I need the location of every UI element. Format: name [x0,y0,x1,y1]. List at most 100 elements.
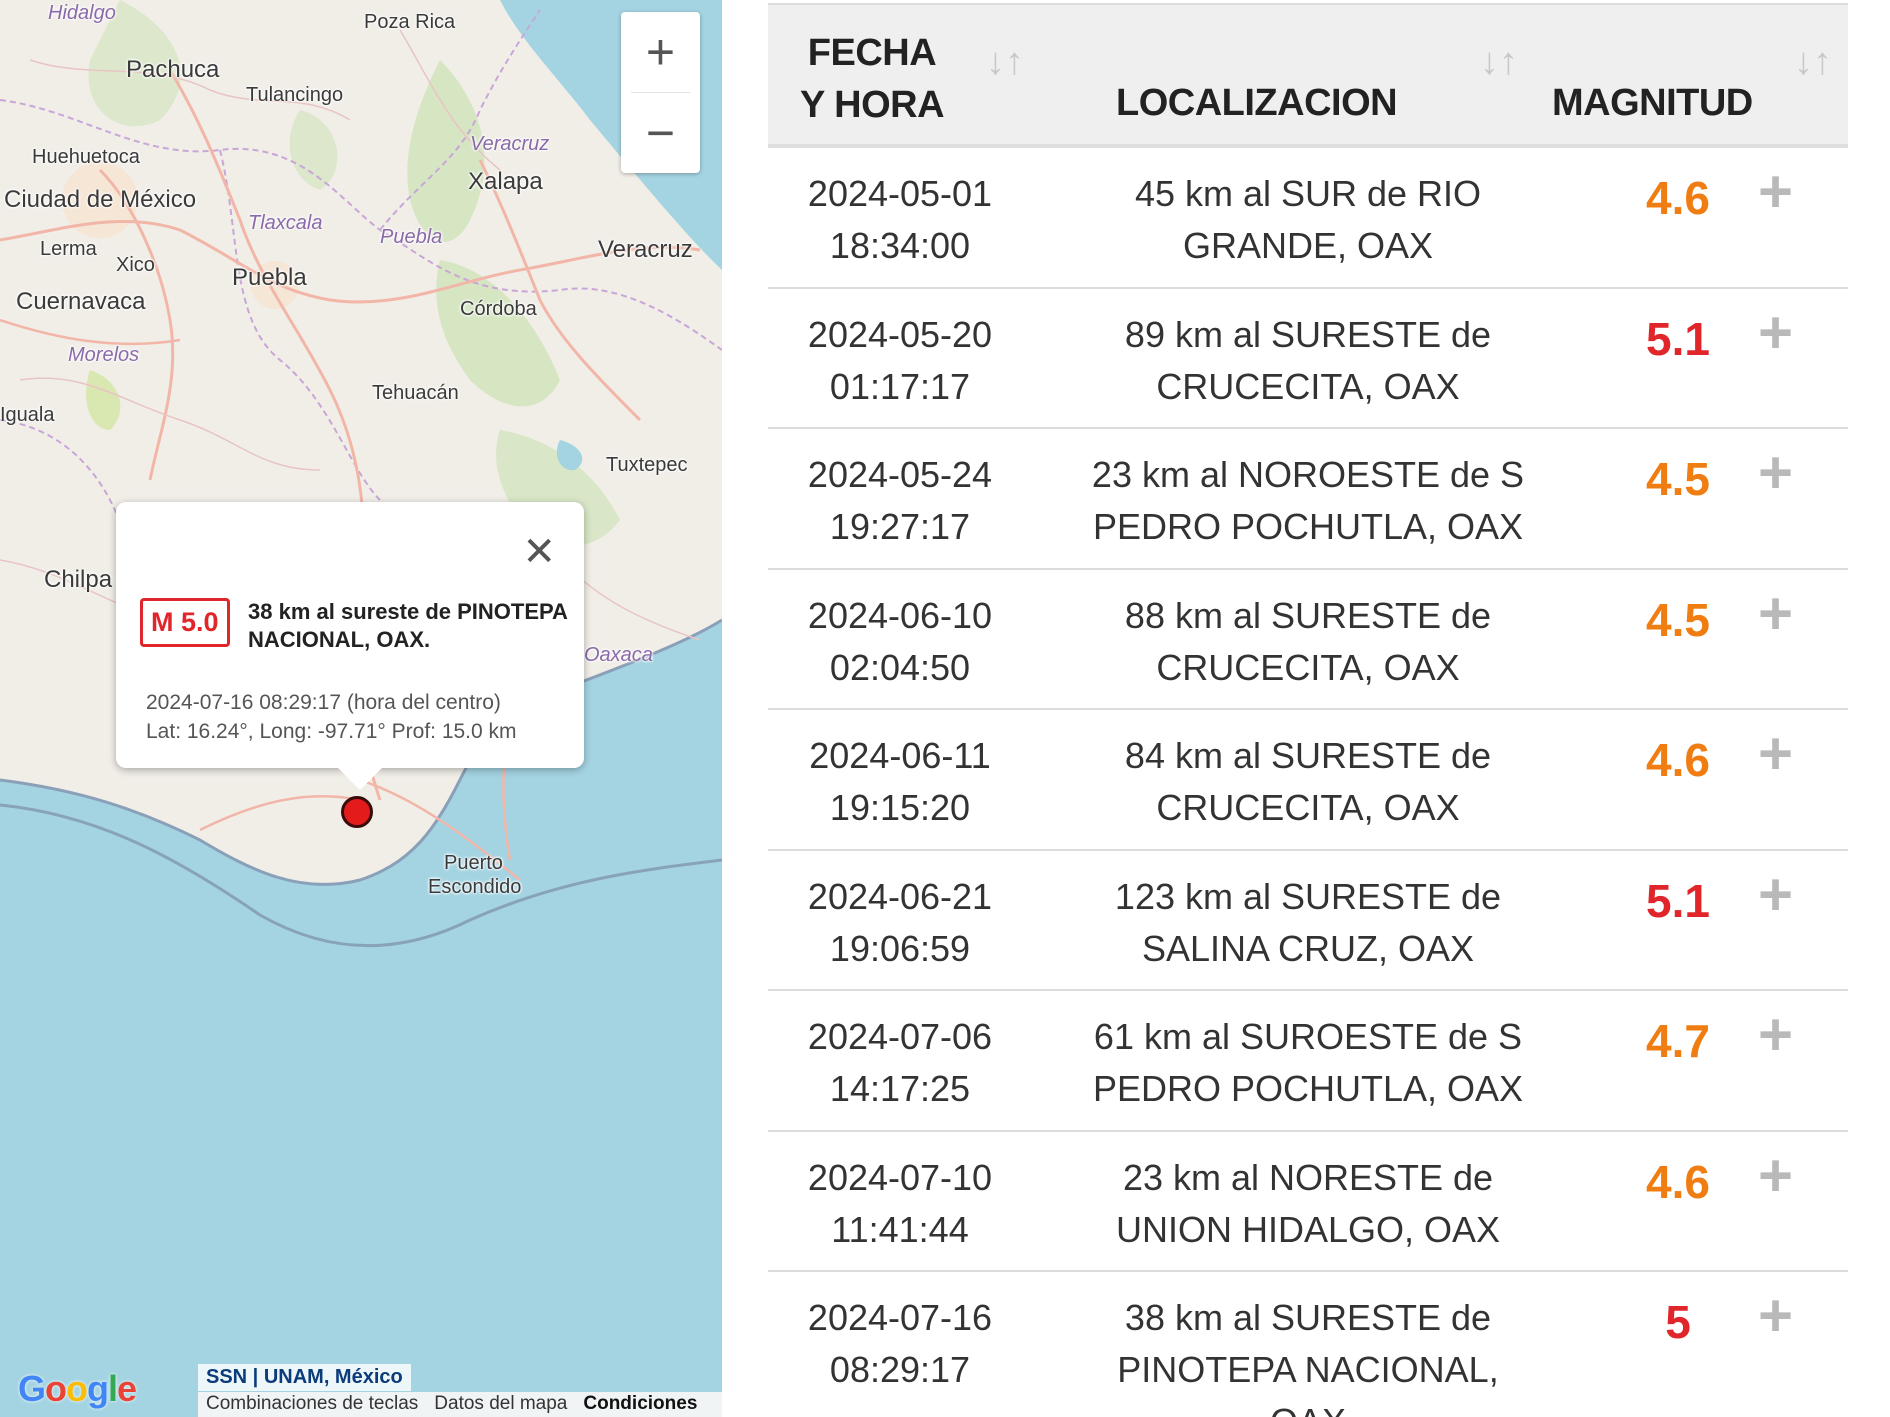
location-line: OAX [1058,1396,1558,1417]
location-line: 88 km al SURESTE de [1124,594,1492,636]
date-cell: 2024-05-01 18:34:00 [800,168,1000,272]
zoom-out-button[interactable]: − [621,93,700,173]
event-date: 2024-07-06 [807,1016,993,1057]
terms-link[interactable]: Condiciones [583,1393,697,1416]
place-label: Chilpa [44,566,113,593]
table-row[interactable]: 2024-07-16 08:29:17 38 km al SURESTE de PI… [768,1272,1848,1417]
expand-icon[interactable]: + [1758,583,1793,644]
expand-icon[interactable]: + [1758,1286,1793,1346]
place-label: Iguala [0,404,55,426]
magnitude-badge: M 5.0 [140,598,230,647]
location-cell: 89 km al SURESTE de CRUCECITA, OAX [1058,309,1558,413]
place-label: Puebla [232,264,307,291]
table-row[interactable]: 2024-07-06 14:17:25 61 km al SUROESTE de … [768,991,1848,1132]
event-date: 2024-07-10 [807,1156,993,1198]
earthquake-info-popup: ✕ M 5.0 38 km al sureste de PINOTEPA NAC… [116,502,584,790]
location-cell: 123 km al SURESTE de SALINA CRUZ, OAX [1058,871,1558,975]
place-label: Lerma [40,238,97,260]
map-data-link[interactable]: Datos del mapa [434,1393,567,1416]
magnitude-cell: 5.1 [1646,874,1710,927]
location-line: 23 km al NORESTE de [1122,1156,1494,1198]
event-time: 19:06:59 [829,927,971,969]
table-row[interactable]: 2024-06-21 19:06:59 123 km al SURESTE de S… [768,851,1848,991]
magnitude-cell: 4.5 [1646,593,1710,646]
location-line: PEDRO POCHUTLA, OAX [1092,1068,1524,1109]
popup-coordinates: Lat: 16.24°, Long: -97.71° Prof: 15.0 km [146,720,517,743]
location-line: CRUCECITA, OAX [1156,646,1460,688]
location-line: 38 km al SURESTE de [1124,1297,1492,1338]
expand-icon[interactable]: + [1758,864,1793,925]
expand-icon[interactable]: + [1758,724,1793,784]
logo-letter: G [18,1368,46,1409]
event-date: 2024-05-01 [807,173,993,214]
date-cell: 2024-05-20 01:17:17 [800,309,1000,413]
location-line: 23 km al NOROESTE de S [1091,454,1525,495]
event-date: 2024-07-16 [807,1297,993,1338]
location-line: 61 km al SUROESTE de S [1093,1016,1523,1057]
logo-letter: g [87,1368,109,1409]
date-cell: 2024-07-16 08:29:17 [800,1292,1000,1396]
popup-datetime: 2024-07-16 08:29:17 (hora del centro) [146,691,501,714]
event-time: 02:04:50 [829,646,971,688]
place-label: Escondido [428,876,522,898]
date-cell: 2024-06-11 19:15:20 [800,730,1000,834]
table-row[interactable]: 2024-05-20 01:17:17 89 km al SURESTE de CR… [768,289,1848,429]
location-line: 45 km al SUR de RIO [1134,173,1482,214]
table-row[interactable]: 2024-05-01 18:34:00 45 km al SUR de RIO GR… [768,148,1848,289]
event-time: 14:17:25 [829,1068,971,1109]
place-label: Ciudad de México [4,186,197,213]
expand-icon[interactable]: + [1758,443,1793,503]
table-row[interactable]: 2024-06-11 19:15:20 84 km al SURESTE de CR… [768,710,1848,851]
place-label: Tlaxcala [248,212,323,234]
place-label: Huehuetoca [32,146,140,168]
location-cell: 61 km al SUROESTE de S PEDRO POCHUTLA, OA… [1058,1011,1558,1115]
magnitude-cell: 4.5 [1646,453,1710,505]
column-header-localizacion[interactable]: LOCALIZACION [1116,77,1398,129]
event-time: 19:15:20 [829,787,971,828]
expand-icon[interactable]: + [1758,1005,1793,1065]
table-row[interactable]: 2024-07-10 11:41:44 23 km al NORESTE de UN… [768,1132,1848,1272]
table-row[interactable]: 2024-06-10 02:04:50 88 km al SURESTE de CR… [768,570,1848,710]
place-label: Tuxtepec [606,454,688,476]
location-cell: 23 km al NORESTE de UNION HIDALGO, OAX [1058,1152,1558,1256]
place-label: Xalapa [468,168,543,195]
magnitude-cell: 4.7 [1646,1015,1710,1067]
event-time: 01:17:17 [829,365,971,407]
column-header-magnitud[interactable]: MAGNITUD [1552,77,1753,129]
close-icon[interactable]: ✕ [522,532,556,572]
expand-icon[interactable]: + [1758,1145,1793,1206]
expand-icon[interactable]: + [1758,162,1793,222]
earthquake-marker[interactable] [341,796,373,828]
date-cell: 2024-06-10 02:04:50 [800,590,1000,694]
zoom-in-button[interactable]: + [621,12,700,92]
popup-details: 2024-07-16 08:29:17 (hora del centro) La… [146,688,517,746]
table-header: FECHA Y HORA ↓↑ LOCALIZACION ↓↑ MAGNITUD… [768,3,1848,148]
magnitude-cell: 5.1 [1646,312,1710,365]
map-attribution: SSN | UNAM, México [198,1364,411,1391]
place-label: Veracruz [598,236,693,263]
event-date: 2024-05-24 [807,454,993,495]
place-label: Poza Rica [364,11,456,33]
table-row[interactable]: 2024-05-24 19:27:17 23 km al NOROESTE de … [768,429,1848,570]
event-date: 2024-05-20 [807,313,993,355]
sort-icon[interactable]: ↓↑ [1480,41,1518,84]
location-line: GRANDE, OAX [1182,225,1434,266]
date-cell: 2024-05-24 19:27:17 [800,449,1000,553]
place-label: Pachuca [126,56,220,83]
location-line: PINOTEPA NACIONAL, [1117,1349,1499,1390]
google-logo: Google [18,1368,137,1410]
location-cell: 84 km al SURESTE de CRUCECITA, OAX [1058,730,1558,834]
expand-icon[interactable]: + [1758,302,1793,363]
sort-icon[interactable]: ↓↑ [986,41,1024,84]
event-date: 2024-06-21 [807,875,993,917]
sort-icon[interactable]: ↓↑ [1794,41,1832,84]
column-header-fecha[interactable]: FECHA Y HORA [792,27,952,131]
logo-letter: l [108,1368,118,1409]
magnitude-cell: 4.6 [1646,734,1710,786]
date-cell: 2024-06-21 19:06:59 [800,871,1000,975]
keyboard-shortcuts-link[interactable]: Combinaciones de teclas [206,1393,418,1416]
event-date: 2024-06-11 [809,735,991,776]
map-panel[interactable]: Hidalgo Pachuca Poza Rica Tulancingo Hue… [0,0,722,1417]
place-label: Tulancingo [246,84,344,106]
location-line: CRUCECITA, OAX [1156,787,1460,828]
